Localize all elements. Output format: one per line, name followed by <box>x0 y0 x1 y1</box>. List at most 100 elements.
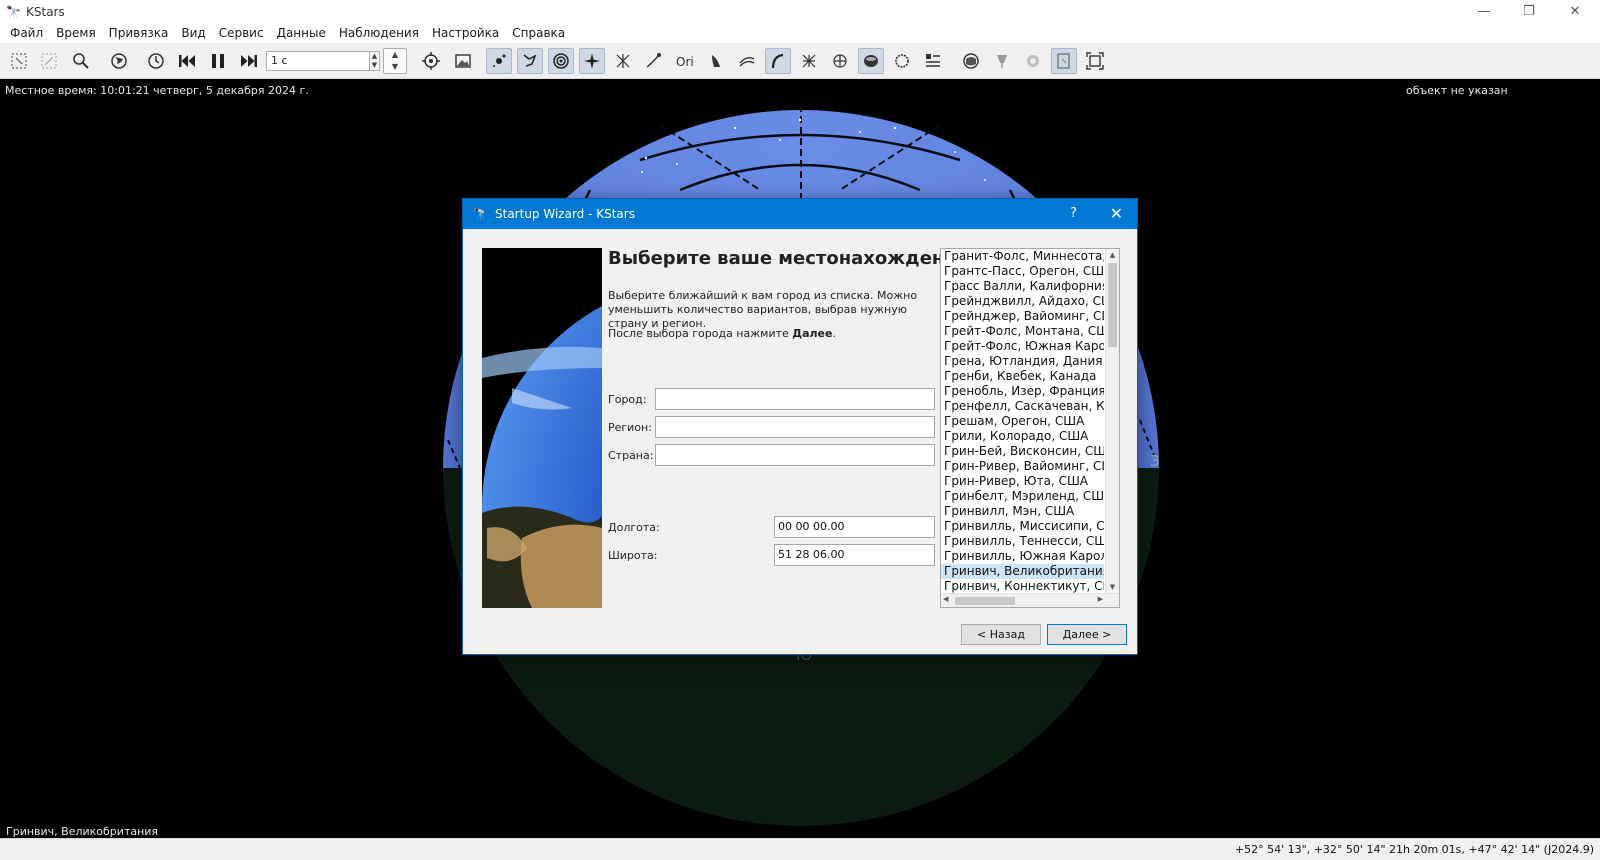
fov-icon[interactable] <box>1051 48 1077 74</box>
city-list-item[interactable]: Гренби, Квебек, Канада <box>941 369 1104 384</box>
coordinates-readout: +52° 54' 13", +32° 50' 14" 21h 20m 01s, … <box>1234 843 1594 856</box>
latitude-label: Широта: <box>608 549 658 562</box>
region-label: Регион: <box>608 421 652 434</box>
minimize-icon[interactable]: — <box>1461 0 1507 23</box>
startup-wizard-dialog: 🔭 Startup Wizard - KStars ? ✕ Выберите в… <box>462 198 1138 655</box>
menu-time[interactable]: Время <box>56 26 96 40</box>
object-info-label: объект не указан <box>1406 84 1508 97</box>
city-list-item[interactable]: Гринвилль, Миссисипи, США <box>941 519 1104 534</box>
scroll-down-icon[interactable]: ▼ <box>1106 581 1119 593</box>
city-list-item[interactable]: Гренобль, Изер, Франция <box>941 384 1104 399</box>
dialog-close-icon[interactable]: ✕ <box>1110 204 1123 223</box>
horizon-icon[interactable] <box>827 48 853 74</box>
skip-back-icon[interactable] <box>174 48 200 74</box>
zoom-fit-icon[interactable] <box>36 48 62 74</box>
satellite-icon[interactable] <box>703 48 729 74</box>
ground-icon[interactable] <box>858 48 884 74</box>
fullscreen-icon[interactable] <box>1082 48 1108 74</box>
ekos-icon[interactable] <box>1020 48 1046 74</box>
city-list-item[interactable]: Грейт-Фолс, Южная Каролина <box>941 339 1104 354</box>
menu-tools[interactable]: Сервис <box>219 26 264 40</box>
menu-settings[interactable]: Настройка <box>432 26 499 40</box>
hscroll-thumb[interactable] <box>955 597 1015 605</box>
stars-icon[interactable] <box>486 48 512 74</box>
scroll-up-icon[interactable]: ▲ <box>1106 249 1119 261</box>
city-list-item[interactable]: Гринвилл, Мэн, США <box>941 504 1104 519</box>
menu-pointing[interactable]: Привязка <box>109 26 169 40</box>
city-label: Город: <box>608 393 647 406</box>
pause-icon[interactable] <box>205 48 231 74</box>
globe-icon[interactable] <box>106 48 132 74</box>
city-list-item[interactable]: Грейнджер, Вайоминг, США <box>941 309 1104 324</box>
equator-grid-icon[interactable] <box>765 48 791 74</box>
vscroll-thumb[interactable] <box>1108 263 1117 347</box>
city-list-hscrollbar[interactable]: ◀ ▶ <box>941 593 1119 607</box>
constellation-names-icon[interactable]: Ori <box>672 48 698 74</box>
next-hint-bold: Далее <box>792 327 833 340</box>
scroll-left-icon[interactable]: ◀ <box>943 595 948 603</box>
longitude-input[interactable]: 00 00 00.00 <box>774 516 935 538</box>
city-list-item[interactable]: Гринвич, Коннектикут, США <box>941 579 1104 594</box>
constellation-icon[interactable] <box>517 48 543 74</box>
city-list-item[interactable]: Грин-Ривер, Вайоминг, США <box>941 459 1104 474</box>
menu-file[interactable]: Файл <box>10 26 43 40</box>
city-list-item[interactable]: Грена, Ютландия, Дания <box>941 354 1104 369</box>
city-list-item[interactable]: Гренфелл, Саскачеван, Канада <box>941 399 1104 414</box>
deep-sky-icon[interactable] <box>548 48 574 74</box>
city-list-item[interactable]: Грин-Ривер, Юта, США <box>941 474 1104 489</box>
city-list-item[interactable]: Грасс Валли, Калифорния, США <box>941 279 1104 294</box>
hips-icon[interactable] <box>958 48 984 74</box>
kstars-app-icon: 🔭 <box>6 4 21 19</box>
dialog-titlebar[interactable]: 🔭 Startup Wizard - KStars ? ✕ <box>463 199 1137 229</box>
back-button[interactable]: < Назад <box>961 624 1041 645</box>
svg-text:Ori: Ori <box>676 55 694 69</box>
region-input[interactable] <box>655 416 935 438</box>
city-list-item[interactable]: Гринвилль, Южная Каролина <box>941 549 1104 564</box>
time-unit-stepper[interactable]: ▲ ▼ <box>383 48 407 74</box>
asteroid-icon[interactable] <box>641 48 667 74</box>
city-list-vscrollbar[interactable]: ▲ ▼ <box>1105 249 1119 593</box>
skip-forward-icon[interactable] <box>236 48 262 74</box>
time-step-input[interactable]: 1 с <box>266 51 370 71</box>
flags-icon[interactable] <box>889 48 915 74</box>
telescope-icon[interactable] <box>989 48 1015 74</box>
status-bar: +52° 54' 13", +32° 50' 14" 21h 20m 01s, … <box>0 838 1600 860</box>
country-input[interactable] <box>655 444 935 466</box>
image-icon[interactable] <box>450 48 476 74</box>
menu-data[interactable]: Данные <box>277 26 326 40</box>
dialog-title: Startup Wizard - KStars <box>495 207 635 221</box>
search-icon[interactable] <box>68 48 94 74</box>
city-list-item[interactable]: Грин-Бей, Висконсин, США <box>941 444 1104 459</box>
next-button[interactable]: Далее > <box>1047 624 1127 645</box>
city-list-item[interactable]: Грейт-Фолс, Монтана, США <box>941 324 1104 339</box>
menu-observation[interactable]: Наблюдения <box>339 26 419 40</box>
local-time-label: Местное время: 10:01:21 четверг, 5 декаб… <box>5 84 309 97</box>
milky-way-icon[interactable] <box>734 48 760 74</box>
city-list-item[interactable]: Грантс-Пасс, Орегон, США <box>941 264 1104 279</box>
city-list-item[interactable]: Грили, Колорадо, США <box>941 429 1104 444</box>
city-list[interactable]: Гранит-Фолс, Миннесота, СШАГрантс-Пасс, … <box>940 248 1120 608</box>
restore-icon[interactable]: ❐ <box>1506 0 1552 23</box>
close-icon[interactable]: ✕ <box>1552 0 1598 23</box>
menu-help[interactable]: Справка <box>512 26 565 40</box>
page-heading: Выберите ваше местонахождение <box>608 248 970 269</box>
solar-system-icon[interactable] <box>579 48 605 74</box>
latitude-input[interactable]: 51 28 06.00 <box>774 544 935 566</box>
city-list-item[interactable]: Гринбелт, Мэриленд, США <box>941 489 1104 504</box>
horizontal-grid-icon[interactable] <box>796 48 822 74</box>
city-list-item[interactable]: Грешам, Орегон, США <box>941 414 1104 429</box>
menu-view[interactable]: Вид <box>181 26 205 40</box>
city-list-item[interactable]: Грейнджвилл, Айдахо, США <box>941 294 1104 309</box>
time-step-spinner[interactable]: ▲ ▼ <box>370 51 380 71</box>
city-input[interactable] <box>655 388 935 410</box>
help-button[interactable]: ? <box>1070 206 1077 221</box>
supernova-icon[interactable] <box>610 48 636 74</box>
clock-icon[interactable] <box>143 48 169 74</box>
city-list-item[interactable]: Гринвич, Великобритания <box>941 564 1104 579</box>
select-icon[interactable] <box>6 48 32 74</box>
city-list-item[interactable]: Гранит-Фолс, Миннесота, США <box>941 249 1104 264</box>
observing-list-icon[interactable] <box>920 48 946 74</box>
city-list-item[interactable]: Гринвилль, Теннесси, США <box>941 534 1104 549</box>
scroll-right-icon[interactable]: ▶ <box>1098 595 1103 603</box>
crosshair-icon[interactable] <box>418 48 444 74</box>
